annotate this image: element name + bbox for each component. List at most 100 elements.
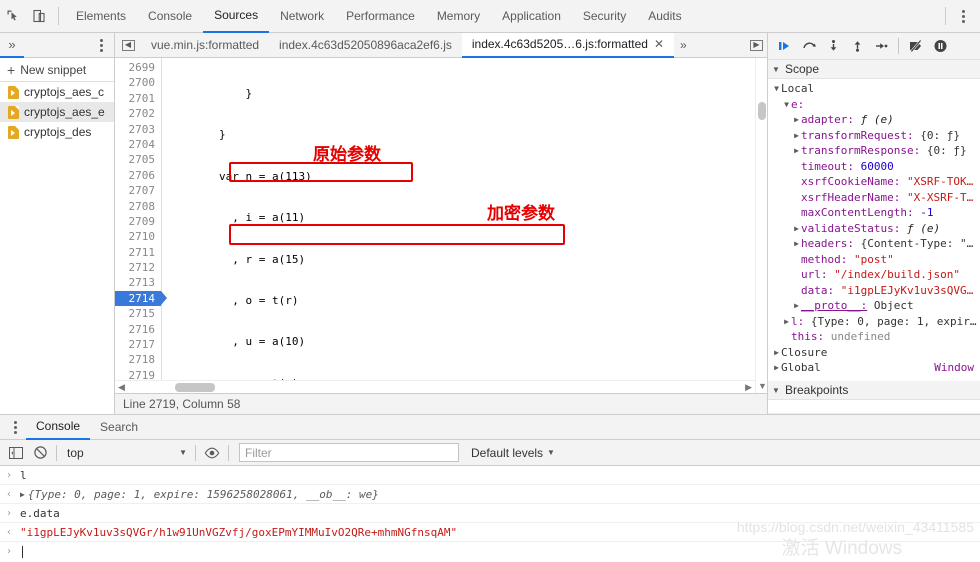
chevron-right-icon[interactable]: ▶ xyxy=(792,298,801,314)
scope-row-e[interactable]: ▼ e: xyxy=(768,97,980,113)
chevron-down-icon[interactable]: ▼ xyxy=(782,97,791,113)
scope-row-xsrfcookiename[interactable]: xsrfCookieName: "XSRF-TOK… xyxy=(768,174,980,190)
code-content[interactable]: } } var n = a(113) , i = a(11) , r = a(1… xyxy=(162,58,767,393)
console-message-list[interactable]: › l ‹ ▶ {Type: 0, page: 1, expire: 15962… xyxy=(0,466,980,561)
snippet-item-cryptojs-aes-e[interactable]: cryptojs_aes_e xyxy=(0,102,114,122)
more-options-icon[interactable] xyxy=(952,3,974,29)
scope-row-this[interactable]: this: undefined xyxy=(768,329,980,345)
chevron-right-icon[interactable]: ▶ xyxy=(772,345,781,361)
debugger-sidebar: ▼ Scope ▼ Local ▼ e: ▶ adapter: ƒ (e) ▶ xyxy=(767,33,980,414)
scope-row-headers[interactable]: ▶ headers: {Content-Type: "… xyxy=(768,236,980,252)
scrollbar-thumb-h[interactable] xyxy=(175,382,215,392)
step-out-button[interactable] xyxy=(846,35,868,57)
input-marker: › xyxy=(6,507,13,519)
console-input-text: e.data xyxy=(20,506,60,520)
drawer-tab-console[interactable]: Console xyxy=(26,415,91,440)
scope-value: ƒ (e) xyxy=(860,113,894,126)
live-expression-icon[interactable] xyxy=(200,441,224,465)
scope-name: transformResponse: xyxy=(801,144,921,157)
show-navigator-icon[interactable]: ▶ xyxy=(750,39,763,51)
chevron-right-icon[interactable]: ▶ xyxy=(782,314,791,330)
code-line: , i = a(11) xyxy=(166,211,306,225)
console-sidebar-icon[interactable] xyxy=(4,441,28,465)
code-editor[interactable]: 2699 2700 2701 2702 2703 2704 2705 2706 … xyxy=(115,58,767,393)
breakpoints-list[interactable] xyxy=(768,400,980,414)
step-button[interactable] xyxy=(870,35,892,57)
panel-tab-sources[interactable]: Sources xyxy=(203,0,270,33)
scope-tree[interactable]: ▼ Local ▼ e: ▶ adapter: ƒ (e) ▶ transfor… xyxy=(768,79,980,381)
editor-vertical-scrollbar[interactable]: ▼ xyxy=(755,58,767,393)
panel-tab-application[interactable]: Application xyxy=(491,0,572,32)
navigator-more-icon[interactable] xyxy=(90,32,112,58)
execution-context-select[interactable]: top ▼ xyxy=(61,443,191,463)
chevron-right-icon[interactable]: ▶ xyxy=(792,221,801,237)
scope-row-timeout[interactable]: timeout: 60000 xyxy=(768,159,980,175)
file-tab-index-js[interactable]: index.4c63d52050896aca2ef6.js xyxy=(269,33,462,57)
scope-row-xsrfheadername[interactable]: xsrfHeaderName: "X-XSRF-T… xyxy=(768,190,980,206)
scope-name: e: xyxy=(791,97,805,111)
scope-row-method[interactable]: method: "post" xyxy=(768,252,980,268)
navigator-expand-icon[interactable]: » xyxy=(0,33,24,58)
snippet-file-icon xyxy=(8,125,19,139)
chevron-right-icon[interactable]: ▶ xyxy=(792,236,801,252)
device-toolbar-icon[interactable] xyxy=(26,3,52,29)
inspect-element-icon[interactable] xyxy=(0,3,26,29)
panel-tab-performance[interactable]: Performance xyxy=(335,0,426,32)
scope-row-validatestatus[interactable]: ▶ validateStatus: ƒ (e) xyxy=(768,221,980,237)
scope-section-header[interactable]: ▼ Scope xyxy=(768,60,980,79)
scroll-down-icon[interactable]: ▼ xyxy=(758,381,767,391)
panel-tab-elements[interactable]: Elements xyxy=(65,0,137,32)
step-over-button[interactable] xyxy=(798,35,820,57)
deactivate-breakpoints-button[interactable] xyxy=(905,35,927,57)
chevron-right-icon[interactable]: ▶ xyxy=(792,128,801,144)
clear-console-icon[interactable] xyxy=(28,441,52,465)
scroll-right-icon[interactable]: ▶ xyxy=(745,382,752,393)
scope-row-url[interactable]: url: "/index/build.json" xyxy=(768,267,980,283)
scroll-left-icon[interactable]: ◀ xyxy=(118,382,125,393)
scope-row-transformrequest[interactable]: ▶ transformRequest: {0: ƒ} xyxy=(768,128,980,144)
breakpoints-section-header[interactable]: ▼ Breakpoints xyxy=(768,381,980,400)
drawer-more-icon[interactable] xyxy=(4,414,26,440)
scrollbar-thumb[interactable] xyxy=(758,102,766,120)
scope-row-transformresponse[interactable]: ▶ transformResponse: {0: ƒ} xyxy=(768,143,980,159)
scope-row-global[interactable]: ▶ Global Window xyxy=(768,360,980,376)
scope-row-local[interactable]: ▼ Local xyxy=(768,81,980,97)
snippet-item-cryptojs-des[interactable]: cryptojs_des xyxy=(0,122,114,142)
output-marker: ‹ xyxy=(6,526,13,538)
chevron-right-icon[interactable]: ▶ xyxy=(772,360,781,376)
scope-row-data[interactable]: data: "i1gpLEJyKv1uv3sQVG… xyxy=(768,283,980,299)
panel-tab-network[interactable]: Network xyxy=(269,0,335,32)
panel-tab-security[interactable]: Security xyxy=(572,0,637,32)
panel-tab-memory[interactable]: Memory xyxy=(426,0,491,32)
log-levels-select[interactable]: Default levels ▼ xyxy=(471,446,555,460)
drawer-tab-search[interactable]: Search xyxy=(90,415,148,439)
snippet-item-cryptojs-aes-c[interactable]: cryptojs_aes_c xyxy=(0,82,114,102)
expand-icon[interactable]: ▶ xyxy=(20,485,25,504)
file-tab-index-js-formatted[interactable]: index.4c63d5205…6.js:formatted ✕ xyxy=(461,32,675,58)
console-prompt-row[interactable]: › xyxy=(0,542,980,561)
file-tab-list-icon[interactable]: ◀ xyxy=(115,39,141,51)
scope-value: {Type: 0, page: 1, expir… xyxy=(810,314,977,328)
chevron-down-icon[interactable]: ▼ xyxy=(772,81,781,97)
scope-row-proto[interactable]: ▶ __proto__: Object xyxy=(768,298,980,314)
chevron-right-icon[interactable]: ▶ xyxy=(792,112,801,128)
step-into-button[interactable] xyxy=(822,35,844,57)
resume-script-button[interactable] xyxy=(774,35,796,57)
chevron-right-icon[interactable]: ▶ xyxy=(792,143,801,159)
scope-name: adapter: xyxy=(801,113,854,126)
file-tab-vue-min-js[interactable]: vue.min.js:formatted xyxy=(141,33,269,57)
scope-row-adapter[interactable]: ▶ adapter: ƒ (e) xyxy=(768,112,980,128)
scope-row-l[interactable]: ▶ l: {Type: 0, page: 1, expir… xyxy=(768,314,980,330)
editor-horizontal-scrollbar[interactable]: ◀ ▶ xyxy=(115,380,755,393)
console-filter-input[interactable]: Filter xyxy=(239,443,459,462)
close-icon[interactable]: ✕ xyxy=(654,37,664,51)
scope-row-closure[interactable]: ▶ Closure xyxy=(768,345,980,361)
console-input-text: l xyxy=(20,468,27,482)
new-snippet-button[interactable]: + New snippet xyxy=(0,58,114,82)
pause-on-exceptions-button[interactable] xyxy=(929,35,951,57)
panel-tab-console[interactable]: Console xyxy=(137,0,203,32)
console-output-text: {Type: 0, page: 1, expire: 1596258028061… xyxy=(27,487,379,501)
panel-tab-audits[interactable]: Audits xyxy=(637,0,692,32)
scope-row-maxcontentlength[interactable]: maxContentLength: -1 xyxy=(768,205,980,221)
file-tab-overflow-icon[interactable]: » xyxy=(674,38,693,52)
